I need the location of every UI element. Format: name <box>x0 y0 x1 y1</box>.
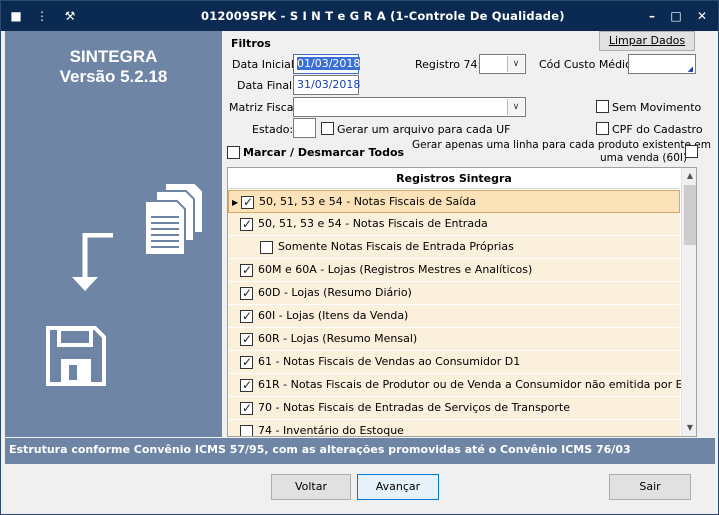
data-inicial-label: Data Inicial: <box>232 58 298 71</box>
gerar-uf-checkbox[interactable] <box>321 122 334 135</box>
chevron-down-icon[interactable]: ∨ <box>507 56 524 72</box>
registro-checkbox[interactable] <box>240 425 253 436</box>
data-final-label: Data Final: <box>237 79 296 92</box>
app-version: Versão 5.2.18 <box>59 67 168 86</box>
registro-row[interactable]: 60M e 60A - Lojas (Registros Mestres e A… <box>228 259 680 282</box>
voltar-button[interactable]: Voltar <box>271 474 351 500</box>
title-bar: ■ ⋮ ⚒ 012009SPK - S I N T e G R A (1-Con… <box>1 1 718 31</box>
sair-button[interactable]: Sair <box>609 474 691 500</box>
registro-row[interactable]: 50, 51, 53 e 54 - Notas Fiscais de Entra… <box>228 213 680 236</box>
registro74-label: Registro 74: <box>415 58 482 71</box>
chevron-down-icon[interactable]: ∨ <box>507 99 524 115</box>
registro-row[interactable]: 61R - Notas Fiscais de Produtor ou de Ve… <box>228 374 696 397</box>
scroll-down-icon[interactable]: ▼ <box>682 420 696 436</box>
cpf-cadastro-checkbox[interactable] <box>596 122 609 135</box>
app-menu-icon[interactable]: ■ <box>7 8 25 24</box>
registro-checkbox[interactable] <box>240 286 253 300</box>
gerar-linha-label-1: Gerar apenas uma linha para cada produto… <box>412 139 711 151</box>
minimize-button[interactable]: – <box>641 7 663 25</box>
cod-custo-field[interactable]: ◢ <box>628 54 696 74</box>
matriz-fiscal-select[interactable]: ∨ <box>293 97 526 117</box>
registro-label: 74 - Inventário do Estoque <box>258 424 404 437</box>
gerar-uf-label: Gerar um arquivo para cada UF <box>337 123 511 136</box>
registro-label: 61R - Notas Fiscais de Produtor ou de Ve… <box>258 378 697 391</box>
avancar-button[interactable]: Avançar <box>357 474 439 500</box>
registro-row[interactable]: 70 - Notas Fiscais de Entradas de Serviç… <box>228 397 680 420</box>
sem-movimento-checkbox[interactable] <box>596 100 609 113</box>
cod-custo-label: Cód Custo Médio: <box>539 58 636 71</box>
registro-label: Somente Notas Fiscais de Entrada Própria… <box>278 240 514 253</box>
registro-label: 61 - Notas Fiscais de Vendas ao Consumid… <box>258 355 521 368</box>
registro-row[interactable]: Somente Notas Fiscais de Entrada Própria… <box>228 236 680 259</box>
traffic-light-icon[interactable]: ⋮ <box>33 8 51 24</box>
registro-row[interactable]: 60R - Lojas (Resumo Mensal) <box>228 328 680 351</box>
close-button[interactable]: ✕ <box>691 7 713 25</box>
gerar-linha-label-2: uma venda (60I) <box>600 152 688 164</box>
cpf-cadastro-label: CPF do Cadastro <box>612 123 703 136</box>
lookup-icon[interactable]: ◢ <box>688 65 693 73</box>
row-indicator-icon: ▶ <box>232 198 239 207</box>
registro-label: 60D - Lojas (Resumo Diário) <box>258 286 412 299</box>
registro-checkbox[interactable] <box>240 332 253 346</box>
registros-header: Registros Sintegra <box>228 168 680 189</box>
gerar-linha-checkbox[interactable] <box>685 145 698 158</box>
window-title: 012009SPK - S I N T e G R A (1-Controle … <box>201 9 565 23</box>
registro-label: 60M e 60A - Lojas (Registros Mestres e A… <box>258 263 533 276</box>
vertical-scrollbar[interactable]: ▲ ▼ <box>681 168 696 436</box>
registro-label: 50, 51, 53 e 54 - Notas Fiscais de Entra… <box>258 217 488 230</box>
app-name: SINTEGRA <box>69 47 158 66</box>
registro-label: 70 - Notas Fiscais de Entradas de Serviç… <box>258 401 571 414</box>
registro-label: 60R - Lojas (Resumo Mensal) <box>258 332 418 345</box>
registro-checkbox[interactable] <box>240 217 253 231</box>
registro-label: 50, 51, 53 e 54 - Notas Fiscais de Saída <box>259 195 477 208</box>
registro-row[interactable]: ▶ 50, 51, 53 e 54 - Notas Fiscais de Saíd… <box>228 190 680 213</box>
scroll-up-icon[interactable]: ▲ <box>682 168 696 184</box>
arrow-down-icon <box>72 233 113 291</box>
registro-row[interactable]: 74 - Inventário do Estoque <box>228 420 680 437</box>
registros-grid: Registros Sintegra ▶ 50, 51, 53 e 54 - No… <box>227 167 697 437</box>
floppy-disk-icon <box>46 326 106 386</box>
clear-data-button[interactable]: Limpar Dados <box>599 31 695 51</box>
registro-row[interactable]: 60D - Lojas (Resumo Diário) <box>228 282 680 305</box>
sem-movimento-label: Sem Movimento <box>612 101 702 114</box>
wrench-icon[interactable]: ⚒ <box>61 8 79 24</box>
marcar-todos-checkbox[interactable] <box>227 146 240 159</box>
scroll-thumb[interactable] <box>684 185 696 245</box>
registro-checkbox[interactable] <box>240 401 253 415</box>
registro-checkbox[interactable] <box>260 241 273 254</box>
estado-label: Estado: <box>252 123 294 136</box>
documents-icon <box>144 182 204 256</box>
data-final-field[interactable]: 31/03/2018 <box>293 75 360 95</box>
registro-checkbox[interactable] <box>240 309 253 323</box>
matriz-fiscal-label: Matriz Fiscal: <box>229 101 301 114</box>
registro-row[interactable]: 60I - Lojas (Itens da Venda) <box>228 305 680 328</box>
registro-checkbox[interactable] <box>240 378 253 392</box>
registro-checkbox[interactable] <box>240 355 253 369</box>
data-inicial-field[interactable]: 01/03/2018 <box>293 54 361 74</box>
registro-checkbox[interactable] <box>241 195 254 209</box>
filters-title: Filtros <box>231 37 271 50</box>
registro-row[interactable]: 61 - Notas Fiscais de Vendas ao Consumid… <box>228 351 680 374</box>
estado-field[interactable] <box>293 118 316 138</box>
marcar-todos-label: Marcar / Desmarcar Todos <box>243 146 405 159</box>
registro74-select[interactable]: ∨ <box>479 54 526 74</box>
registro-checkbox[interactable] <box>240 263 253 277</box>
maximize-button[interactable]: □ <box>665 7 687 25</box>
sintegra-window: ■ ⋮ ⚒ 012009SPK - S I N T e G R A (1-Con… <box>0 0 719 515</box>
status-bar: Estrutura conforme Convênio ICMS 57/95, … <box>5 438 715 464</box>
registro-label: 60I - Lojas (Itens da Venda) <box>258 309 409 322</box>
left-panel: SINTEGRA Versão 5.2.18 <box>5 31 222 437</box>
